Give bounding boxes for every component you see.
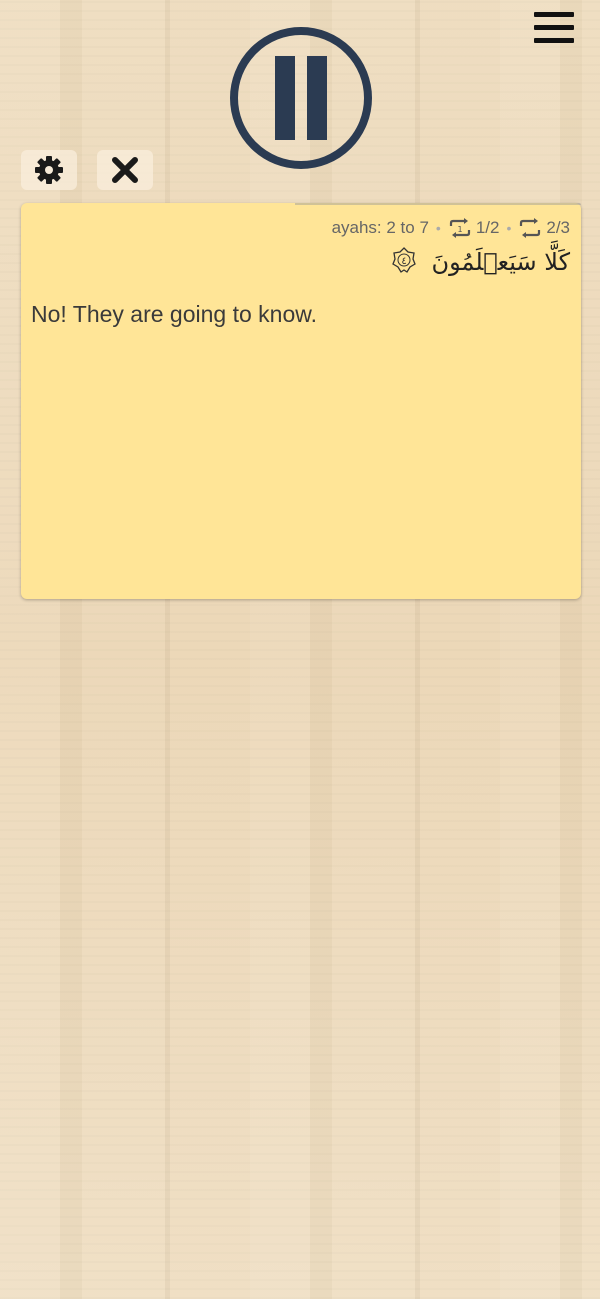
menu-button[interactable] [534,12,574,44]
ayah-card: ayahs: 2 to 7 • 1 1/2 • 2/3 كَلَّا سَيَع… [21,203,581,599]
ayah-meta-row: ayahs: 2 to 7 • 1 1/2 • 2/3 [331,217,570,239]
settings-button[interactable] [21,150,77,190]
gear-icon [35,156,63,184]
repeat-one-icon: 1 [448,217,472,239]
close-button[interactable] [97,150,153,190]
ayah-range-label: ayahs: 2 to 7 [331,218,429,237]
arabic-verse-text: كَلَّا سَيَعۡلَمُونَ [431,248,570,276]
translation-text: No! They are going to know. [31,301,317,327]
pause-button[interactable] [229,26,373,170]
svg-text:٤: ٤ [401,256,406,267]
ayah-end-marker-icon: ٤ [391,247,416,279]
repeat-range-count: 2/3 [546,218,570,237]
close-icon [112,157,138,183]
repeat-icon [518,217,542,239]
hamburger-menu-icon [534,12,574,17]
progress-line [295,203,581,205]
repeat-ayah-count: 1/2 [475,218,500,237]
pause-icon [230,27,372,169]
svg-text:1: 1 [457,225,462,234]
arabic-verse: كَلَّا سَيَعۡلَمُونَ ٤ [391,247,570,279]
